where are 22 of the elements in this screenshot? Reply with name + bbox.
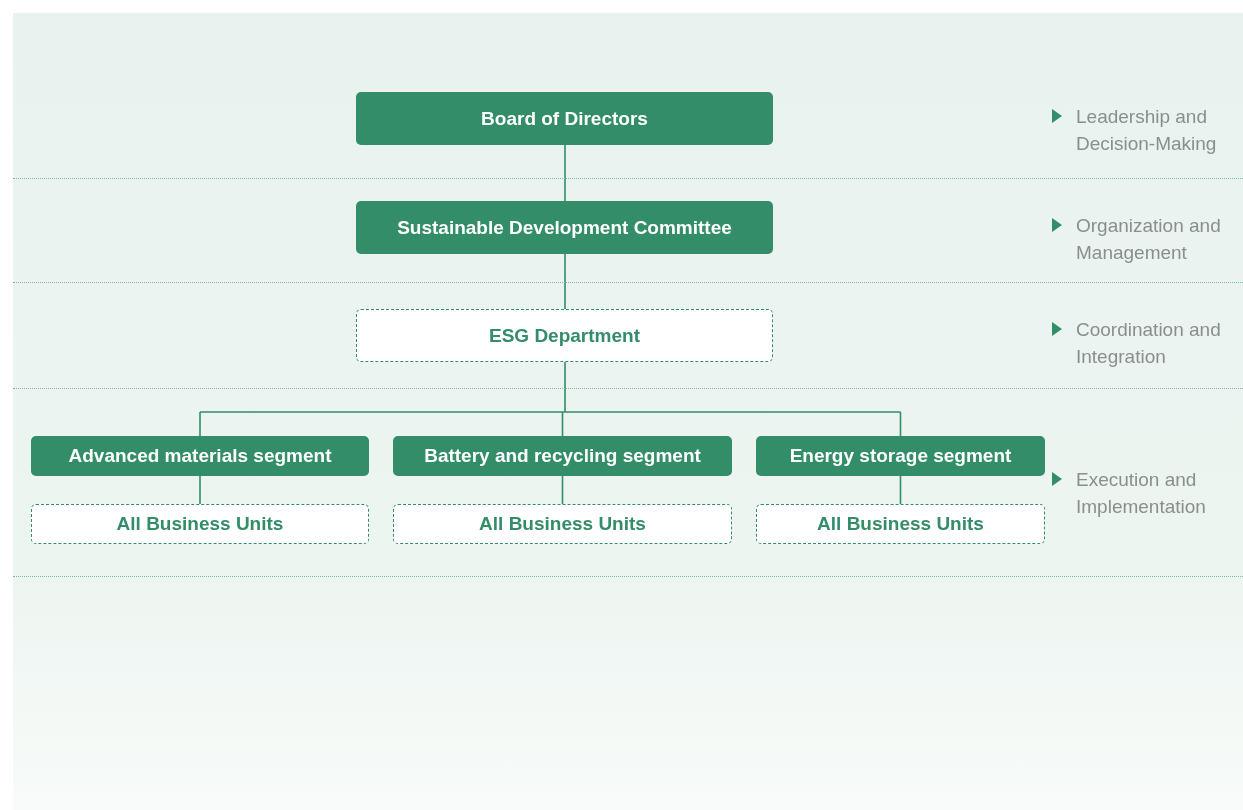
org-node: Advanced materials segment: [31, 436, 369, 476]
org-node: All Business Units: [756, 504, 1045, 544]
connector-line: [564, 144, 566, 202]
triangle-icon: [1052, 109, 1062, 123]
level-caption: Coordination and Integration: [1076, 318, 1222, 369]
org-node: All Business Units: [31, 504, 369, 544]
connector-line: [564, 253, 566, 310]
connector-line: [561, 475, 564, 505]
org-node: All Business Units: [393, 504, 732, 544]
level-caption: Execution and Implementation: [1076, 468, 1207, 519]
org-node: Sustainable Development Committee: [356, 201, 773, 254]
level-caption: Leadership and Decision-Making: [1076, 105, 1218, 156]
org-node: Board of Directors: [356, 92, 773, 145]
connector-line: [199, 475, 201, 505]
org-node: Battery and recycling segment: [393, 436, 732, 476]
connector-line: [899, 475, 902, 505]
triangle-icon: [1052, 322, 1062, 336]
org-node: Energy storage segment: [756, 436, 1045, 476]
org-node: ESG Department: [356, 309, 773, 362]
triangle-icon: [1052, 218, 1062, 232]
triangle-icon: [1052, 472, 1062, 486]
level-caption: Organization and Management: [1076, 214, 1222, 265]
